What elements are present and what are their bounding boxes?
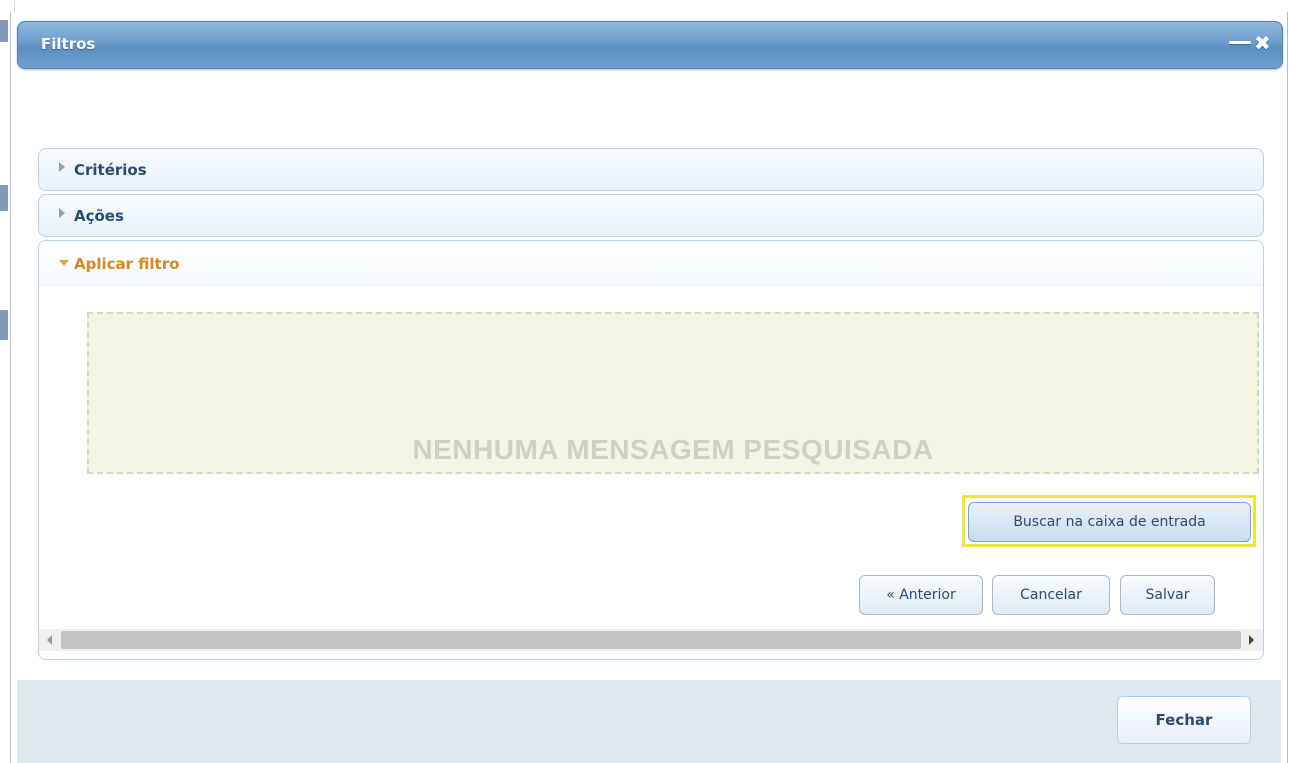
- dialog-titlebar[interactable]: Filtros — ✖: [17, 21, 1283, 69]
- close-button[interactable]: Fechar: [1117, 696, 1251, 744]
- scroll-left-icon[interactable]: [47, 635, 52, 645]
- save-button[interactable]: Salvar: [1120, 575, 1215, 615]
- scroll-right-icon[interactable]: [1249, 635, 1254, 645]
- chevron-right-icon: [59, 208, 65, 218]
- section-criteria-label: Critérios: [74, 161, 147, 179]
- background-mark: [0, 185, 8, 211]
- dialog-footer: Fechar: [17, 680, 1281, 763]
- section-criteria[interactable]: Critérios: [38, 148, 1264, 191]
- section-apply-filter-label: Aplicar filtro: [74, 255, 180, 273]
- chevron-down-icon: [59, 260, 69, 266]
- close-icon[interactable]: ✖: [1254, 31, 1271, 55]
- filters-dialog: Filtros — ✖ Critérios Ações Aplicar filt…: [10, 12, 1288, 763]
- empty-results-message: NENHUMA MENSAGEM PESQUISADA: [412, 434, 934, 465]
- section-apply-filter: Aplicar filtro NENHUMA MENSAGEM PESQUISA…: [38, 240, 1264, 660]
- search-results-area: NENHUMA MENSAGEM PESQUISADA: [87, 312, 1259, 474]
- background-mark: [0, 310, 8, 340]
- section-actions[interactable]: Ações: [38, 194, 1264, 237]
- search-inbox-button[interactable]: Buscar na caixa de entrada: [968, 502, 1251, 542]
- horizontal-scrollbar[interactable]: [39, 629, 1263, 651]
- background-mark: [0, 20, 8, 42]
- chevron-right-icon: [59, 162, 65, 172]
- dialog-title: Filtros: [41, 35, 96, 53]
- background-top: [0, 0, 1289, 12]
- scrollbar-thumb[interactable]: [61, 631, 1241, 649]
- section-apply-filter-header[interactable]: Aplicar filtro: [39, 241, 1263, 287]
- minimize-icon[interactable]: —: [1228, 27, 1252, 55]
- previous-button[interactable]: « Anterior: [859, 575, 983, 615]
- cancel-button[interactable]: Cancelar: [992, 575, 1110, 615]
- section-actions-label: Ações: [74, 207, 124, 225]
